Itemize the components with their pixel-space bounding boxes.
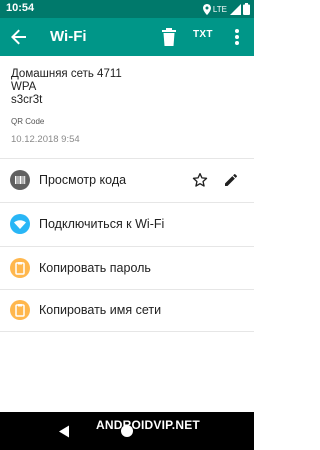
barcode-icon <box>10 170 30 190</box>
pencil-icon[interactable] <box>223 172 239 188</box>
signal-icon <box>230 3 241 15</box>
app-bar: Wi-Fi TXT <box>0 18 254 56</box>
format-label: QR Code <box>11 117 45 126</box>
star-outline-icon[interactable] <box>192 172 208 188</box>
action-label: Подключиться к Wi-Fi <box>39 217 165 231</box>
action-view-code[interactable]: Просмотр кода <box>0 160 254 200</box>
network-type: LTE <box>212 4 227 14</box>
scan-timestamp: 10.12.2018 9:54 <box>11 134 80 145</box>
ssid-text: Домашняя сеть 4711 <box>11 68 122 80</box>
status-bar: 10:54 LTE <box>0 0 254 18</box>
watermark-text: ANDROIDVIP.NET <box>96 418 200 432</box>
scan-content: Домашняя сеть 4711 WPA s3cr3t <box>11 68 122 107</box>
status-icons: LTE <box>202 3 250 15</box>
action-copy-ssid[interactable]: Копировать имя сети <box>0 290 254 330</box>
back-arrow-icon[interactable] <box>9 27 29 47</box>
more-vert-icon[interactable] <box>229 27 245 47</box>
divider <box>0 158 254 159</box>
location-icon <box>202 3 211 15</box>
security-text: WPA <box>11 81 37 93</box>
divider <box>0 202 254 203</box>
txt-icon: TXT <box>193 29 213 40</box>
watermark: ANDROIDVIP.NET <box>96 418 200 432</box>
back-triangle-icon[interactable] <box>58 425 70 438</box>
action-copy-password[interactable]: Копировать пароль <box>0 248 254 288</box>
navigation-bar: ANDROIDVIP.NET <box>0 412 254 450</box>
battery-icon <box>243 3 250 15</box>
action-label: Просмотр кода <box>39 173 127 187</box>
action-label: Копировать имя сети <box>39 303 162 317</box>
clipboard-icon <box>10 258 30 278</box>
wifi-icon <box>10 214 30 234</box>
export-txt-button[interactable]: TXT <box>193 29 213 40</box>
screen-title: Wi-Fi <box>50 28 87 45</box>
status-time: 10:54 <box>6 2 35 14</box>
trash-icon[interactable] <box>160 27 178 47</box>
divider <box>0 246 254 247</box>
divider <box>0 331 254 332</box>
action-label: Копировать пароль <box>39 261 151 275</box>
action-connect-wifi[interactable]: Подключиться к Wi-Fi <box>0 204 254 244</box>
password-text: s3cr3t <box>11 94 43 106</box>
clipboard-icon <box>10 300 30 320</box>
